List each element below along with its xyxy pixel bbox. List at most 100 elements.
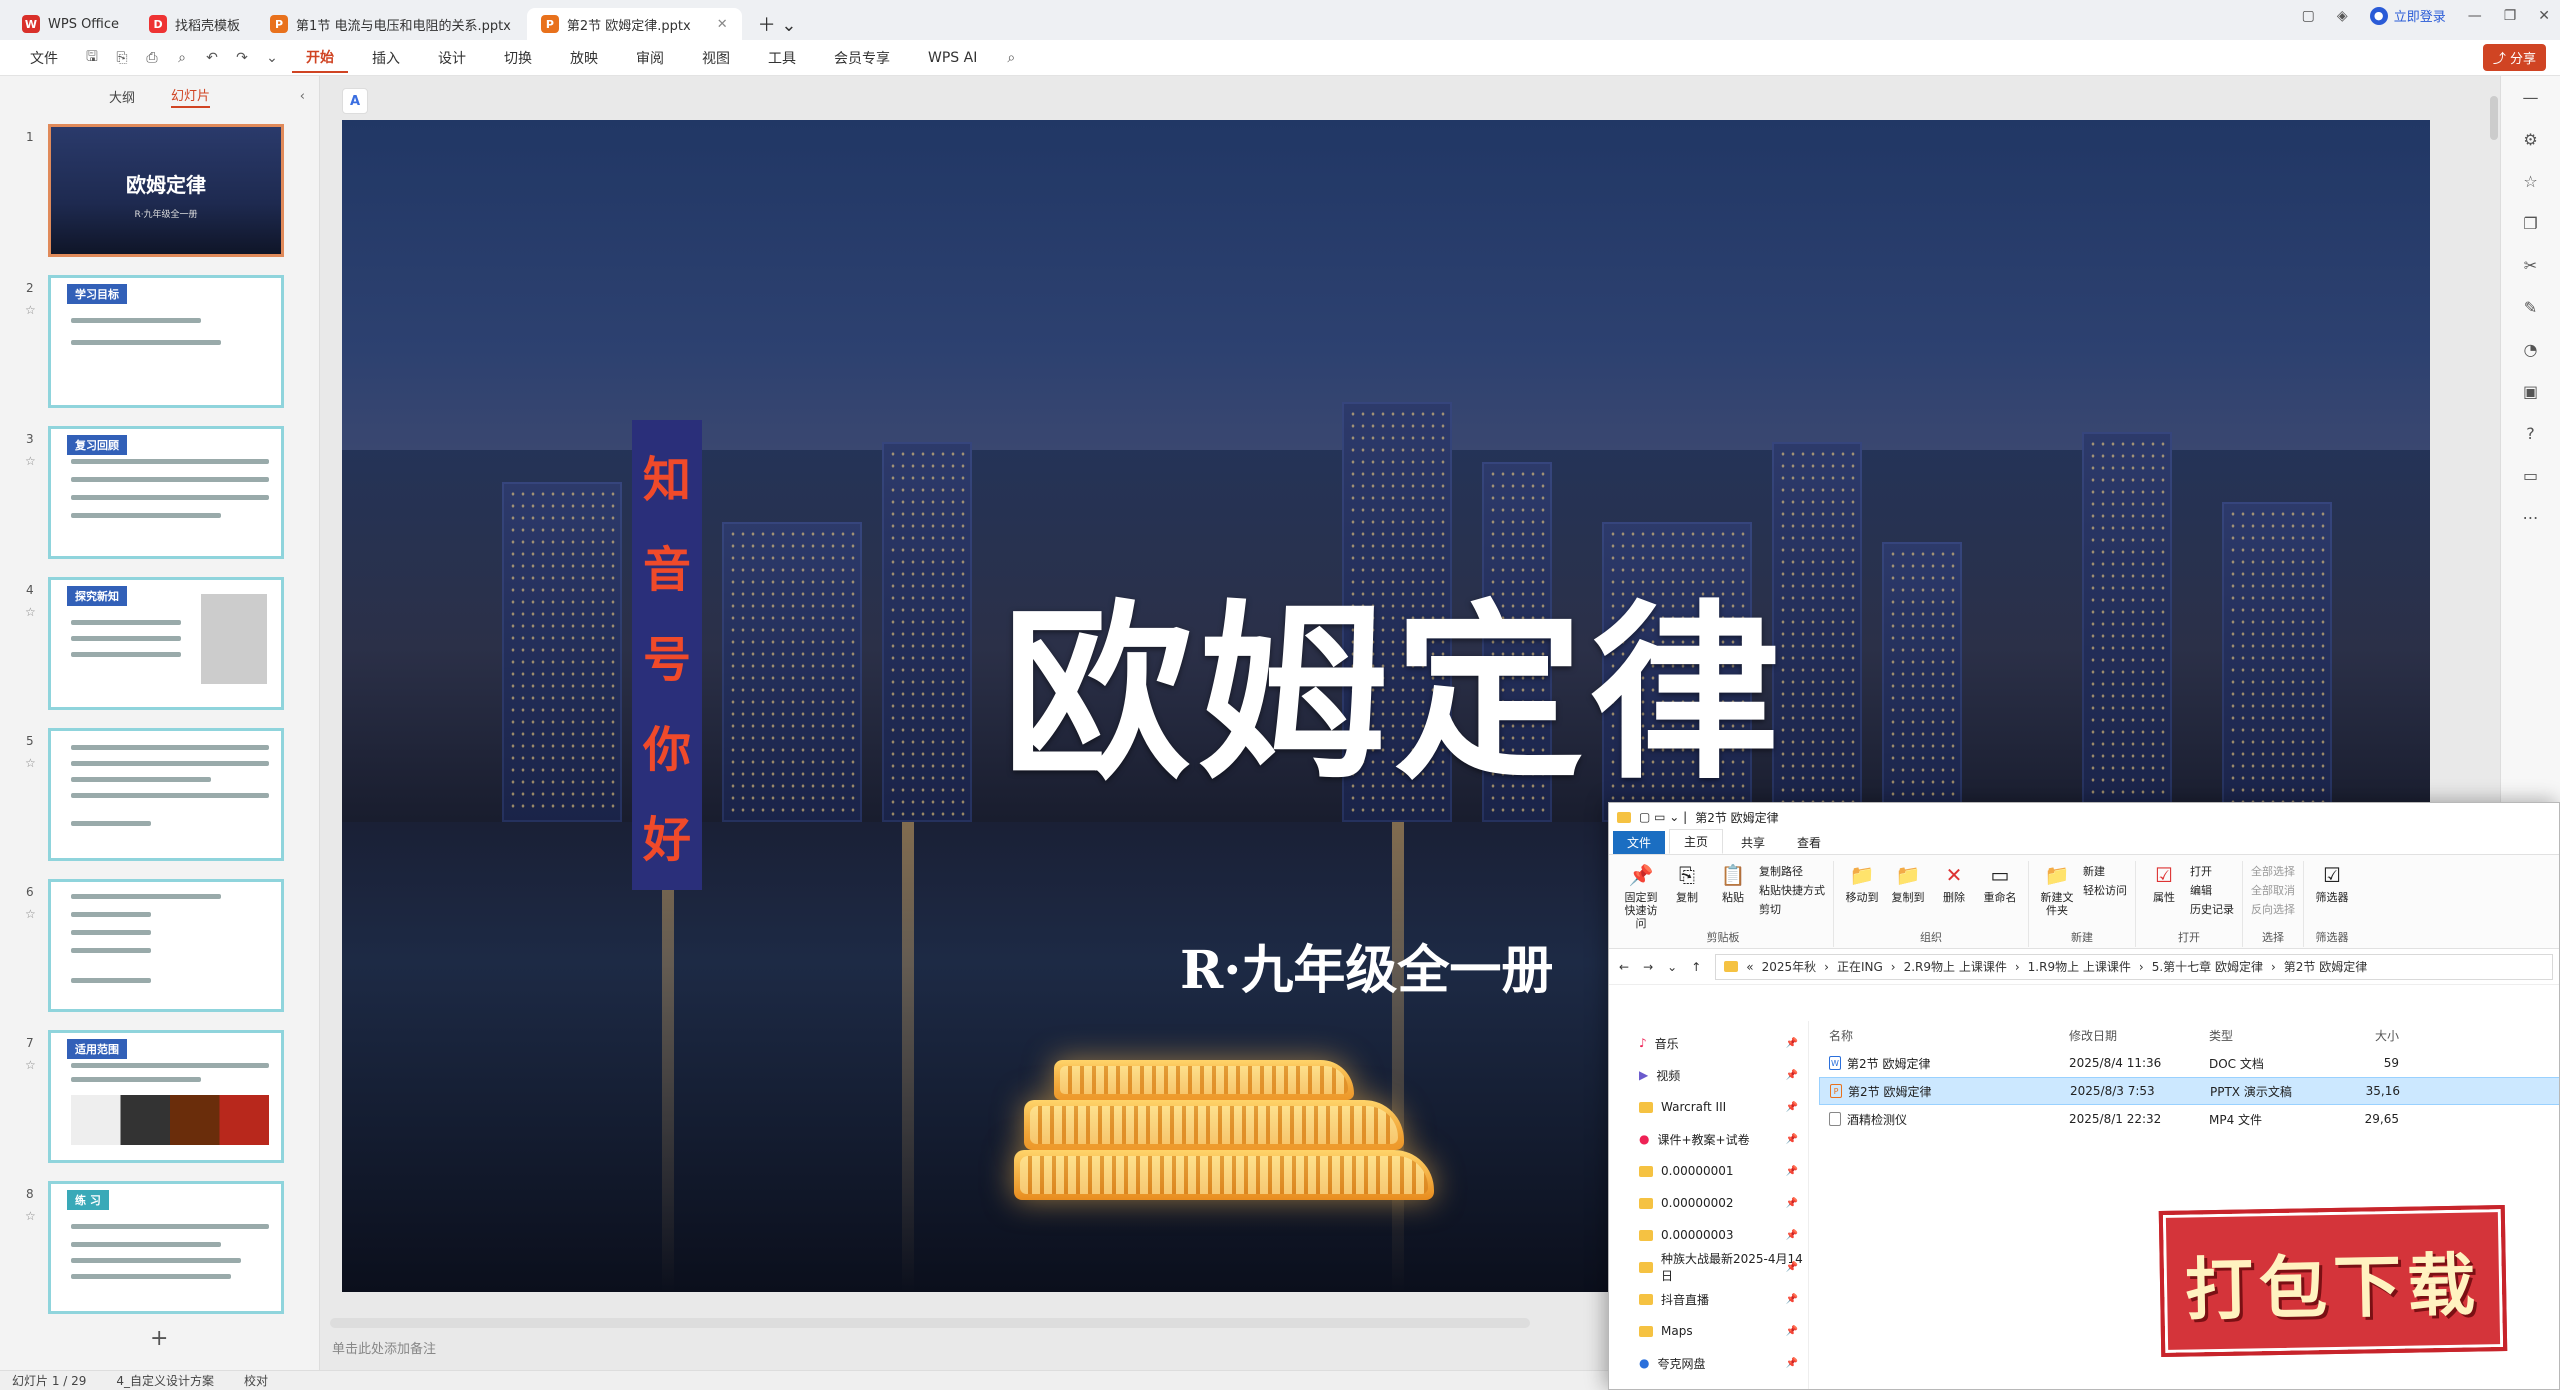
new-item-button[interactable]: 新建 — [2083, 863, 2127, 879]
close-window-icon[interactable]: ✕ — [2538, 8, 2550, 24]
recent-icon[interactable]: ⌄ — [1667, 960, 1677, 974]
nav-item-folder[interactable]: 0.00000003 📌 — [1609, 1219, 1808, 1251]
proofread-button[interactable]: 校对 — [244, 1372, 268, 1389]
library-icon[interactable]: ▣ — [2520, 380, 2542, 402]
star-icon[interactable]: ☆ — [2520, 170, 2542, 192]
back-icon[interactable]: ← — [1619, 960, 1629, 974]
menu-slideshow[interactable]: 放映 — [556, 44, 612, 72]
nav-item-folder[interactable]: 抖音直播 📌 — [1609, 1283, 1808, 1315]
tab-slides[interactable]: 幻灯片 — [171, 85, 211, 108]
up-icon[interactable]: ↑ — [1691, 960, 1701, 974]
path-breadcrumb[interactable]: « 2025年秋 › 正在ING › 2.R9物上 上课课件 › 1.R9物上 上课课… — [1715, 953, 2553, 980]
export-icon[interactable]: ⎘ — [112, 48, 132, 68]
nav-item-music[interactable]: ♪ 音乐 📌 — [1609, 1027, 1808, 1059]
theme-name[interactable]: 4_自定义设计方案 — [116, 1372, 214, 1389]
history-button[interactable]: 历史记录 — [2190, 901, 2234, 917]
tab-home[interactable]: 主页 — [1669, 829, 1724, 854]
nav-item-videos[interactable]: ▶ 视频 📌 — [1609, 1059, 1808, 1091]
nav-item-cloud[interactable]: ● 夸克网盘 📌 — [1609, 1347, 1808, 1379]
paste-shortcut-button[interactable]: 粘贴快捷方式 — [1759, 882, 1825, 898]
notes-placeholder[interactable]: 单击此处添加备注 — [332, 1338, 436, 1357]
star-icon[interactable]: ☆ — [25, 454, 36, 468]
slide-row[interactable]: 3 ☆ 复习回顾 — [0, 426, 310, 577]
menu-home[interactable]: 开始 — [292, 43, 348, 73]
star-icon[interactable]: ☆ — [25, 907, 36, 921]
column-name[interactable]: 名称 — [1829, 1027, 2069, 1044]
login-button[interactable]: ● 立即登录 — [2369, 6, 2446, 25]
select-all-button[interactable]: 全部选择 — [2251, 863, 2295, 879]
collapse-icon[interactable]: — — [2520, 86, 2542, 108]
path-segment[interactable]: 2025年秋 — [1762, 958, 1817, 975]
undo-icon[interactable]: ↶ — [202, 48, 222, 68]
download-stamp[interactable]: 打包下载 — [2158, 1204, 2508, 1358]
star-icon[interactable]: ☆ — [25, 303, 36, 317]
menu-member[interactable]: 会员专享 — [820, 44, 904, 72]
cut-button[interactable]: 剪切 — [1759, 901, 1825, 917]
slide-title[interactable]: 欧姆定律 — [1002, 540, 1786, 815]
nav-item-folder[interactable]: Warcraft III 📌 — [1609, 1091, 1808, 1123]
tab-share[interactable]: 共享 — [1727, 831, 1779, 854]
save-icon[interactable]: 🖫 — [82, 48, 102, 68]
nav-item-folder[interactable]: 0.00000002 📌 — [1609, 1187, 1808, 1219]
slide-row[interactable]: 5 ☆ — [0, 728, 310, 879]
animation-icon[interactable]: ◔ — [2520, 338, 2542, 360]
print-icon[interactable]: ⎙ — [142, 48, 162, 68]
redo-icon[interactable]: ↷ — [232, 48, 252, 68]
slide-row[interactable]: 7 ☆ 适用范围 — [0, 1030, 310, 1181]
nav-item-folder[interactable]: ● 课件+教案+试卷 📌 — [1609, 1123, 1808, 1155]
beautify-icon[interactable]: ✎ — [2520, 296, 2542, 318]
open-button[interactable]: 打开 — [2190, 863, 2234, 879]
properties-icon[interactable]: ⚙ — [2520, 128, 2542, 150]
slide-row[interactable]: 6 ☆ — [0, 879, 310, 1030]
tab-presentation-2[interactable]: P 第2节 欧姆定律.pptx ✕ — [526, 8, 742, 40]
wps-ai-float-icon[interactable]: A — [342, 88, 368, 114]
search-icon[interactable]: ⌕ — [1001, 48, 1021, 68]
path-segment[interactable]: « — [1746, 960, 1753, 974]
column-size[interactable]: 大小 — [2339, 1027, 2399, 1044]
new-tab-button[interactable]: ＋ ⌄ — [744, 8, 811, 40]
menu-transitions[interactable]: 切换 — [490, 44, 546, 72]
column-type[interactable]: 类型 — [2209, 1027, 2339, 1044]
tab-view[interactable]: 查看 — [1783, 831, 1835, 854]
menu-file[interactable]: 文件 — [16, 44, 72, 72]
comment-icon[interactable]: ▭ — [2520, 464, 2542, 486]
copy-icon[interactable]: ❐ — [2520, 212, 2542, 234]
minimize-icon[interactable]: — — [2468, 8, 2482, 24]
slide-thumbnail[interactable] — [48, 728, 284, 861]
collapse-panel-icon[interactable]: ‹ — [300, 89, 305, 104]
easy-access-button[interactable]: 轻松访问 — [2083, 882, 2127, 898]
slide-thumbnail[interactable]: 适用范围 — [48, 1030, 284, 1163]
star-icon[interactable]: ☆ — [25, 1209, 36, 1223]
tab-outline[interactable]: 大纲 — [109, 87, 135, 106]
select-none-button[interactable]: 全部取消 — [2251, 882, 2295, 898]
menu-wps-ai[interactable]: WPS AI — [914, 46, 991, 70]
nav-item-folder[interactable]: 种族大战最新2025-4月14日 📌 — [1609, 1251, 1808, 1283]
file-row[interactable]: W 第2节 欧姆定律 2025/8/4 11:36 DOC 文档 59 — [1819, 1049, 2559, 1077]
menu-design[interactable]: 设计 — [424, 44, 480, 72]
star-icon[interactable]: ☆ — [25, 1058, 36, 1072]
slide-thumbnail[interactable]: 学习目标 — [48, 275, 284, 408]
cube-icon[interactable]: ◈ — [2337, 8, 2348, 24]
slide-row[interactable]: 4 ☆ 探究新知 — [0, 577, 310, 728]
slide-thumbnail[interactable]: 探究新知 — [48, 577, 284, 710]
quick-access-icon[interactable]: ▢ ▭ ⌄ | — [1639, 810, 1687, 824]
nav-item-folder[interactable]: 0.00000001 📌 — [1609, 1155, 1808, 1187]
slide-row[interactable]: 2 ☆ 学习目标 — [0, 275, 310, 426]
close-icon[interactable]: ✕ — [717, 17, 728, 32]
file-row[interactable]: P 第2节 欧姆定律 2025/8/3 7:53 PPTX 演示文稿 35,16 — [1819, 1077, 2559, 1105]
more-icon[interactable]: ⋯ — [2520, 506, 2542, 528]
path-segment[interactable]: 正在ING — [1837, 958, 1883, 975]
help-icon[interactable]: ? — [2520, 422, 2542, 444]
menu-tools[interactable]: 工具 — [754, 44, 810, 72]
preview-icon[interactable]: ⌕ — [172, 48, 192, 68]
layout-icon[interactable]: ▢ — [2302, 8, 2315, 24]
tab-file[interactable]: 文件 — [1613, 831, 1666, 854]
vertical-scrollbar[interactable] — [2490, 96, 2498, 140]
slide-thumbnail[interactable]: 复习回顾 — [48, 426, 284, 559]
path-segment[interactable]: 2.R9物上 上课课件 — [1904, 958, 2007, 975]
slide-thumbnail[interactable]: 练 习 — [48, 1181, 284, 1314]
tools-icon[interactable]: ✂ — [2520, 254, 2542, 276]
slide-thumbnail[interactable]: 欧姆定律 R·九年级全一册 — [48, 124, 284, 257]
add-slide-button[interactable]: + — [150, 1326, 168, 1351]
star-icon[interactable]: ☆ — [25, 605, 36, 619]
